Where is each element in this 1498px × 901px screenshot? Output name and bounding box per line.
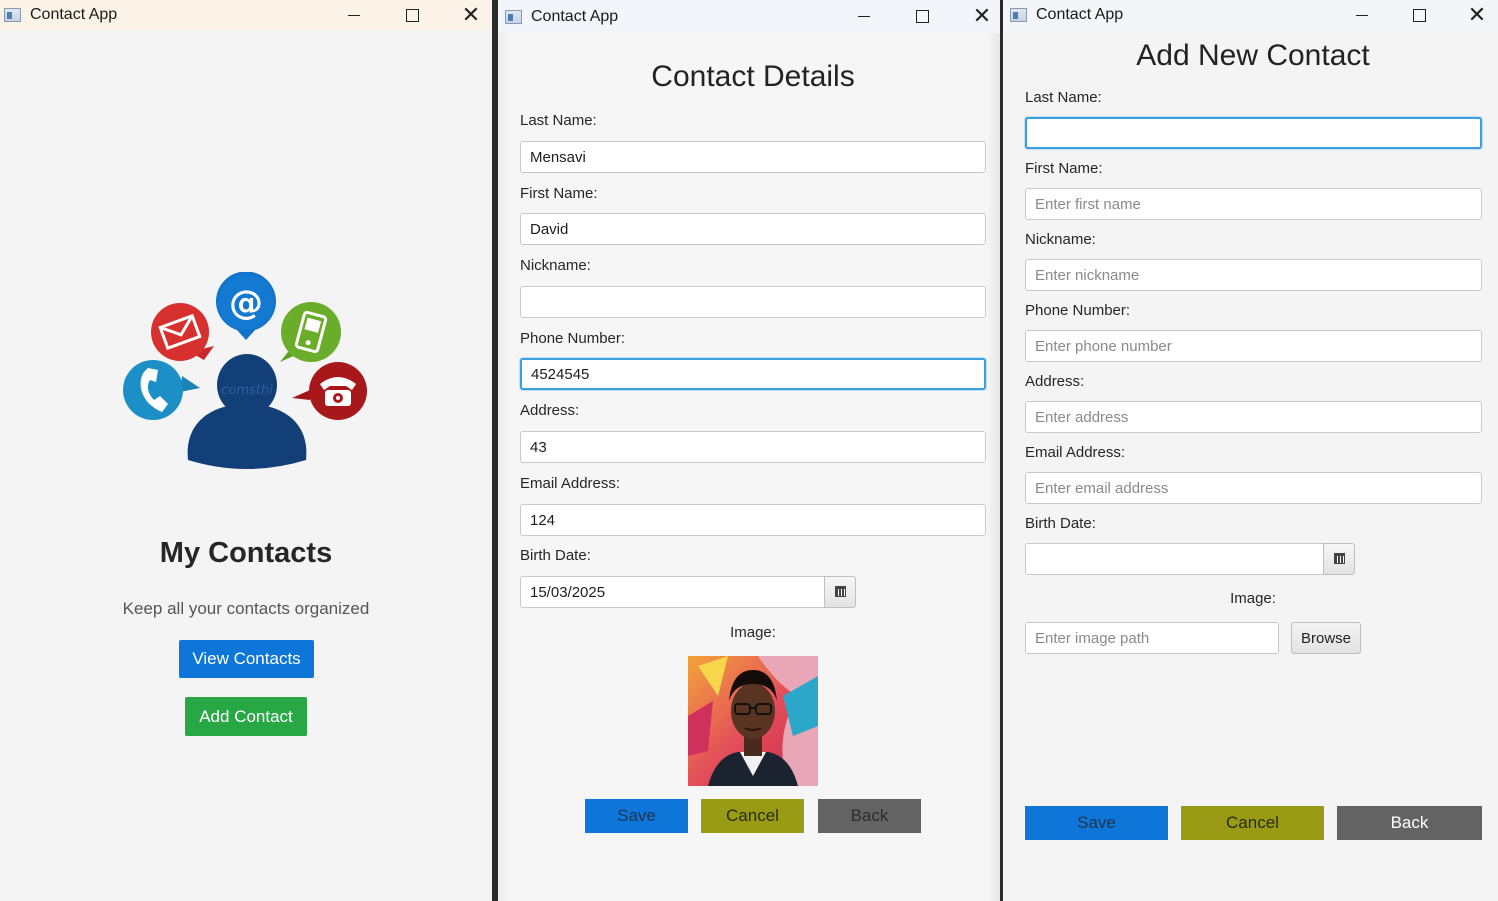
birth-date-field[interactable]: [1025, 543, 1324, 575]
email-field[interactable]: [1025, 472, 1482, 504]
window-title: Contact App: [531, 7, 619, 25]
back-button[interactable]: Back: [818, 799, 921, 833]
last-name-field[interactable]: [520, 141, 986, 173]
add-contact-button[interactable]: Add Contact: [185, 697, 307, 736]
at-icon: @: [229, 283, 263, 323]
nickname-field[interactable]: [1025, 259, 1482, 291]
calendar-icon: [834, 586, 846, 597]
maximize-icon[interactable]: [894, 0, 950, 33]
first-name-label: First Name:: [1025, 160, 1103, 177]
address-field[interactable]: [1025, 401, 1482, 433]
phone-label: Phone Number:: [1025, 302, 1131, 319]
app-icon: [1010, 8, 1027, 22]
close-icon[interactable]: ✕: [954, 0, 1000, 33]
app-icon: [4, 8, 21, 22]
email-label: Email Address:: [520, 475, 621, 492]
phone-label: Phone Number:: [520, 330, 626, 347]
page-subtitle: Keep all your contacts organized: [122, 599, 370, 618]
address-label: Address:: [1025, 373, 1085, 390]
last-name-field[interactable]: [1025, 117, 1482, 149]
maximize-icon[interactable]: [384, 0, 440, 30]
last-name-label: Last Name:: [520, 112, 597, 129]
contact-photo: [688, 656, 818, 786]
title-bar: Contact App ✕: [498, 0, 1000, 33]
first-name-field[interactable]: [1025, 188, 1482, 220]
save-button[interactable]: Save: [585, 799, 688, 833]
browse-button[interactable]: Browse: [1291, 622, 1361, 654]
save-button[interactable]: Save: [1025, 806, 1168, 840]
address-label: Address:: [520, 402, 580, 419]
image-label: Image:: [1230, 590, 1276, 607]
logo-watermark: comsthi: [221, 383, 273, 398]
email-field[interactable]: [520, 504, 986, 536]
person-body: [187, 404, 307, 469]
window-title: Contact App: [1036, 6, 1124, 23]
envelope-bubble: [151, 303, 209, 361]
contact-details-window: Contact App ✕ Contact Details Last Name:…: [498, 0, 1000, 901]
close-icon[interactable]: ✕: [443, 0, 492, 30]
birth-date-label: Birth Date:: [520, 547, 591, 564]
cancel-button[interactable]: Cancel: [701, 799, 804, 833]
phone-field[interactable]: [1025, 330, 1482, 362]
birth-date-label: Birth Date:: [1025, 515, 1096, 532]
minimize-icon[interactable]: [326, 0, 382, 30]
contacts-logo: comsthi @: [123, 272, 367, 469]
add-contact-window: Contact App ✕ Add New Contact Last Name:…: [1003, 0, 1498, 901]
title-bar: Contact App ✕: [1003, 0, 1498, 30]
maximize-icon[interactable]: [1391, 0, 1447, 30]
address-field[interactable]: [520, 431, 986, 463]
minimize-icon[interactable]: [1334, 0, 1390, 30]
title-bar: Contact App ✕: [0, 0, 492, 30]
calendar-icon: [1333, 553, 1345, 564]
page-title: My Contacts: [159, 537, 333, 569]
nickname-label: Nickname:: [1025, 231, 1096, 248]
form-title: Contact Details: [651, 60, 855, 93]
close-icon[interactable]: ✕: [1449, 0, 1498, 30]
email-label: Email Address:: [1025, 444, 1126, 461]
cancel-button[interactable]: Cancel: [1181, 806, 1324, 840]
back-button[interactable]: Back: [1337, 806, 1482, 840]
image-label: Image:: [730, 624, 776, 641]
date-picker-button[interactable]: [1323, 543, 1355, 575]
first-name-field[interactable]: [520, 213, 986, 245]
form-title: Add New Contact: [1136, 39, 1370, 72]
mobile-bubble: [281, 302, 341, 362]
image-path-field[interactable]: [1025, 622, 1279, 654]
nickname-field[interactable]: [520, 286, 986, 318]
birth-date-field[interactable]: [520, 576, 825, 608]
first-name-label: First Name:: [520, 185, 598, 202]
home-window: Contact App ✕ comsthi @ My Contacts Keep…: [0, 0, 492, 901]
window-title: Contact App: [30, 6, 118, 23]
app-icon: [505, 9, 522, 24]
minimize-icon[interactable]: [836, 0, 892, 33]
view-contacts-button[interactable]: View Contacts: [179, 640, 314, 678]
phone-field[interactable]: [520, 358, 986, 390]
nickname-label: Nickname:: [520, 257, 591, 274]
date-picker-button[interactable]: [824, 576, 856, 608]
last-name-label: Last Name:: [1025, 89, 1102, 106]
